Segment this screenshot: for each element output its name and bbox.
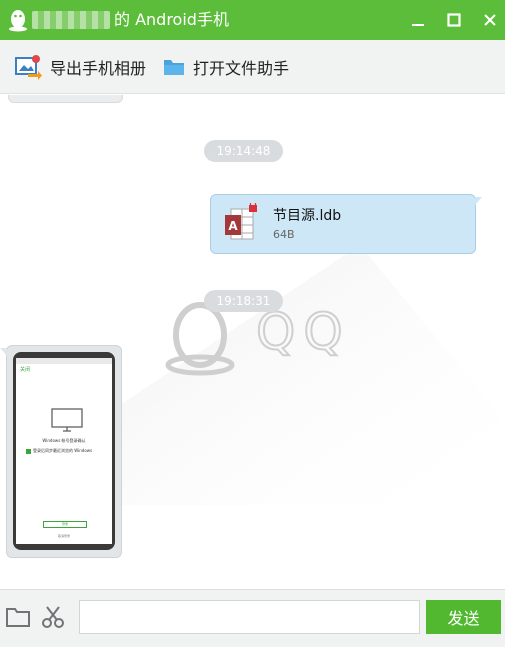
scissors-icon[interactable] (40, 604, 66, 630)
close-button[interactable] (476, 6, 504, 34)
preview-line-2: 登录后同步最近浏览的 Windows (26, 448, 112, 454)
file-name: 节目源.ldb (273, 208, 342, 224)
bubble-tail (0, 348, 7, 356)
blurred-contact-name (32, 11, 110, 29)
photo-export-icon (15, 55, 42, 80)
qq-penguin-icon (9, 10, 27, 32)
preview-login-button: 登录 (43, 521, 87, 528)
close-icon (484, 14, 496, 26)
window-title: 的 Android手机 (114, 10, 229, 29)
timestamp: 19:14:48 (204, 140, 283, 162)
bubble-tail (475, 197, 482, 205)
checkbox-icon (26, 448, 31, 454)
chat-area[interactable]: QQ 19:14:48 A 节目源.ldb 64B 19:18:31 关闭 Wi… (0, 95, 505, 589)
minimize-icon (412, 24, 424, 26)
svg-text:A: A (228, 219, 238, 233)
send-button[interactable]: 发送 (426, 600, 501, 634)
phone-screenshot-image: 关闭 Windows 帐号登录确认 登录后同步最近浏览的 Windows 登录 … (13, 352, 115, 550)
open-file-helper-button[interactable]: 打开文件助手 (163, 40, 289, 94)
file-message-bubble[interactable]: A 节目源.ldb 64B (210, 194, 482, 254)
qq-watermark (120, 245, 500, 505)
minimize-button[interactable] (404, 6, 432, 34)
preview-header: 关闭 (20, 367, 31, 373)
message-input[interactable] (79, 600, 420, 634)
bottom-bar: 发送 (0, 589, 505, 647)
export-album-button[interactable]: 导出手机相册 (14, 40, 146, 94)
phone-screen: 关闭 Windows 帐号登录确认 登录后同步最近浏览的 Windows 登录 … (16, 358, 112, 544)
open-file-helper-label: 打开文件助手 (193, 59, 290, 78)
previous-message-bubble[interactable] (8, 95, 123, 103)
maximize-button[interactable] (440, 6, 468, 34)
preview-line-1: Windows 帐号登录确认 (42, 438, 86, 443)
folder-icon (164, 60, 184, 75)
maximize-icon (447, 13, 461, 27)
file-size: 64B (273, 228, 295, 241)
preview-line-2-text: 登录后同步最近浏览的 Windows (33, 448, 93, 453)
access-database-file-icon: A (225, 203, 257, 240)
toolbar: 导出手机相册 打开文件助手 (0, 40, 505, 94)
folder-icon[interactable] (5, 604, 31, 630)
monitor-icon (51, 408, 83, 432)
export-album-label: 导出手机相册 (50, 59, 147, 78)
preview-footer: 取消登录 (57, 534, 70, 538)
timestamp: 19:18:31 (204, 290, 283, 312)
title-bar: 的 Android手机 (0, 0, 505, 40)
image-message-bubble[interactable]: 关闭 Windows 帐号登录确认 登录后同步最近浏览的 Windows 登录 … (0, 345, 122, 558)
